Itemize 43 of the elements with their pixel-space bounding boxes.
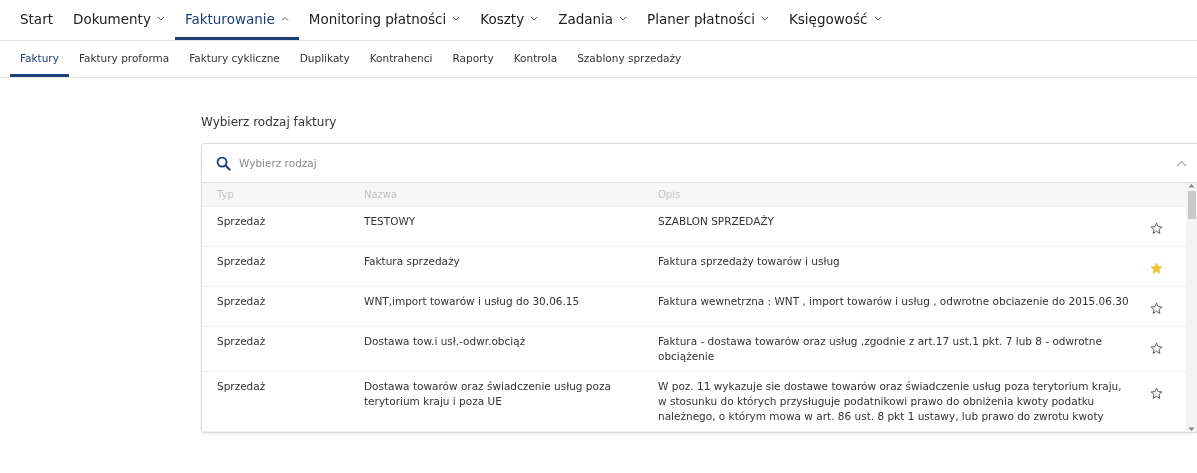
name-cell-text: WNT,import towarów i usług do 30.06.15: [364, 294, 581, 309]
star-icon[interactable]: [1150, 302, 1163, 315]
description-cell-text: Faktura wewnetrzna : WNT , import towarów i usług , odwrotne obciazenie do 2015.06.30: [658, 294, 1130, 309]
type-cell-text: Sprzedaż: [217, 379, 267, 394]
sub-tab[interactable]: Kontrola: [503, 41, 568, 77]
scrollbar[interactable]: [1186, 183, 1197, 432]
star-icon[interactable]: [1150, 342, 1163, 355]
type-cell-text: Sprzedaż: [217, 254, 267, 269]
scroll-thumb[interactable]: [1187, 191, 1196, 219]
scroll-down-icon[interactable]: [1188, 427, 1195, 432]
name-cell-text: Dostawa towarów oraz świadczenie usług poza terytorium kraju i poza UE: [364, 379, 612, 409]
type-cell-text: Sprzedaż: [217, 214, 267, 229]
search-field[interactable]: Wybierz rodzaj: [237, 156, 1170, 170]
scroll-up-icon[interactable]: [1188, 183, 1195, 188]
description-cell-text: W poz. 11 wykazuje sie dostawe towarów oraz świadczenie usług poza terytorium kraju, w stosunku do których przysługuje podatnikowi prawo do obniżenia kwoty podatku należnego, o którym mowa w art. 86 ust. 8 pkt 1 ustawy, lub prawo do zwrotu kwoty: [658, 379, 1123, 424]
nav-tab[interactable]: Start: [10, 0, 63, 40]
sub-tab[interactable]: Faktury cykliczne: [179, 41, 290, 77]
name-cell-text: Faktura sprzedaży: [364, 254, 461, 269]
star-icon[interactable]: [1150, 222, 1163, 235]
sub-tab[interactable]: Faktury proforma: [68, 41, 180, 77]
sub-tab[interactable]: Faktury: [10, 41, 69, 77]
type-cell-text: Sprzedaż: [217, 294, 267, 309]
nav-tab[interactable]: Dokumenty: [63, 0, 175, 40]
sub-tab[interactable]: Szablony sprzedaży: [567, 41, 692, 77]
collapse-icon[interactable]: [1176, 159, 1187, 167]
nav-tab[interactable]: Księgowość: [778, 0, 892, 40]
search-icon: [216, 155, 231, 171]
description-cell-text: SZABLON SPRZEDAŻY: [658, 214, 775, 229]
name-cell-text: Dostawa tow.i usł.-odwr.obciąż: [364, 334, 527, 349]
description-cell-text: Faktura sprzedaży towarów i usług: [658, 254, 841, 269]
type-cell-text: Sprzedaż: [217, 334, 267, 349]
section-title: Wybierz rodzaj faktury: [201, 115, 337, 129]
nav-tab[interactable]: Fakturowanie: [174, 0, 299, 40]
sub-tab[interactable]: Raporty: [442, 41, 504, 77]
description-cell-text: Faktura - dostawa towarów oraz usług ,zgodnie z art.17 ust.1 pkt. 7 lub 8 - odwrotne obciążenie: [658, 334, 1103, 364]
name-cell-text: TESTOWY: [364, 214, 417, 229]
sub-tab[interactable]: Duplikaty: [289, 41, 360, 77]
nav-tab[interactable]: Zadania: [548, 0, 638, 40]
nav-tab[interactable]: Koszty: [470, 0, 549, 40]
star-icon[interactable]: [1150, 387, 1163, 400]
nav-tab[interactable]: Planer płatności: [637, 0, 779, 40]
nav-tab[interactable]: Monitoring płatności: [298, 0, 471, 40]
sub-tab[interactable]: Kontrahenci: [359, 41, 443, 77]
